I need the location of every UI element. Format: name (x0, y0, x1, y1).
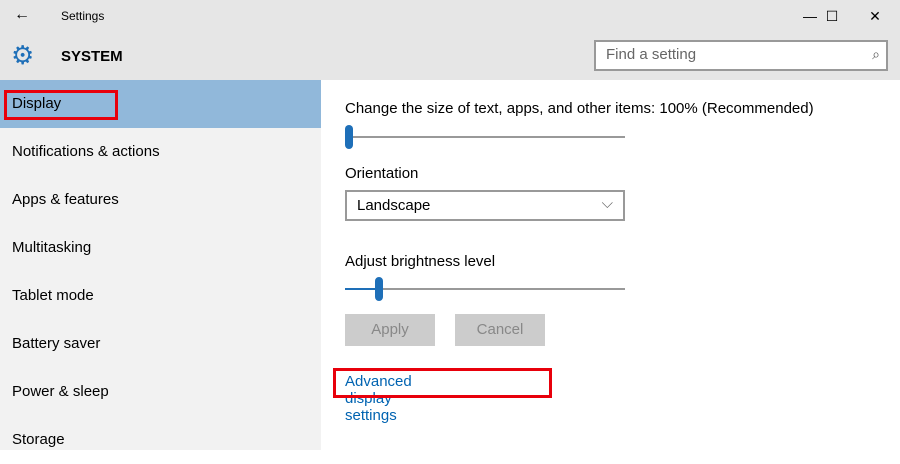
cancel-button[interactable]: Cancel (455, 314, 545, 346)
search-placeholder: Find a setting (606, 46, 697, 63)
maximize-button[interactable]: ☐ (812, 4, 852, 28)
orientation-dropdown[interactable]: Landscape ⌵ (345, 190, 625, 221)
highlight-box-advanced (333, 368, 552, 398)
gear-icon: ⚙ (11, 40, 35, 70)
apply-button[interactable]: Apply (345, 314, 435, 346)
window-title: Settings (61, 9, 105, 23)
sidebar-item-apps[interactable]: Apps & features (0, 176, 321, 224)
scale-label: Change the size of text, apps, and other… (345, 100, 814, 117)
sidebar-item-power-sleep[interactable]: Power & sleep (0, 368, 321, 416)
title-bar: ← Settings — ☐ ✕ (0, 0, 900, 32)
sidebar-item-storage[interactable]: Storage (0, 416, 321, 464)
sidebar-item-battery-saver[interactable]: Battery saver (0, 320, 321, 368)
search-input[interactable]: Find a setting ⌕ (594, 40, 888, 71)
orientation-value: Landscape (357, 197, 431, 214)
brightness-slider-fill (345, 288, 375, 290)
brightness-slider-thumb[interactable] (374, 277, 383, 301)
section-title: SYSTEM (61, 48, 123, 65)
search-icon[interactable]: ⌕ (872, 46, 880, 63)
sidebar-item-multitasking[interactable]: Multitasking (0, 224, 321, 272)
close-button[interactable]: ✕ (855, 4, 895, 28)
header: ⚙ SYSTEM Find a setting ⌕ (0, 32, 900, 80)
back-arrow-icon[interactable]: ← (14, 6, 30, 24)
sidebar-item-notifications[interactable]: Notifications & actions (0, 128, 321, 176)
chevron-down-icon: ⌵ (601, 195, 613, 212)
brightness-slider-track[interactable] (345, 288, 625, 290)
highlight-box-display (4, 90, 118, 120)
sidebar-item-tablet-mode[interactable]: Tablet mode (0, 272, 321, 320)
sidebar: Display Notifications & actions Apps & f… (0, 80, 321, 450)
brightness-label: Adjust brightness level (345, 253, 496, 270)
scale-slider-thumb[interactable] (345, 125, 353, 149)
scale-slider-track[interactable] (345, 136, 625, 138)
orientation-label: Orientation (345, 165, 419, 182)
